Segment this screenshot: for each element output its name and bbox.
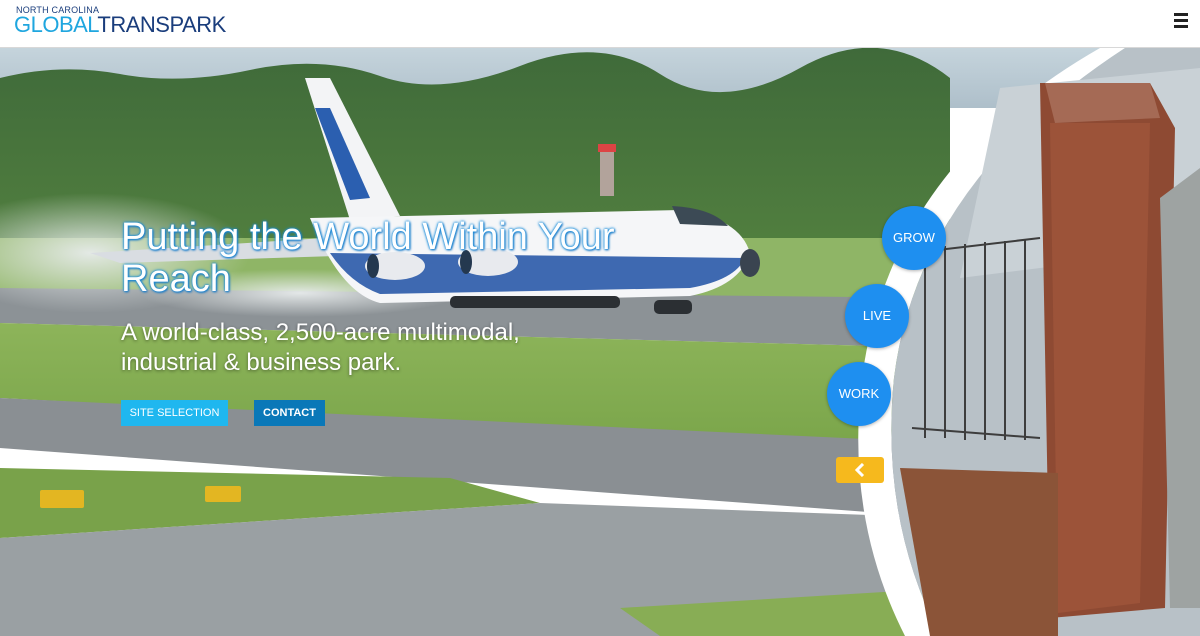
logo-wordmark: GLOBALTRANSPARK: [14, 14, 226, 36]
contact-button[interactable]: CONTACT: [254, 400, 325, 426]
site-header: NORTH CAROLINA GLOBALTRANSPARK: [0, 0, 1200, 48]
collapse-panel-button[interactable]: [836, 457, 884, 483]
hero-subheadline: A world-class, 2,500-acre multimodal, in…: [121, 319, 520, 376]
site-selection-button[interactable]: SITE SELECTION: [121, 400, 228, 426]
live-circle-button[interactable]: LIVE: [845, 284, 909, 348]
logo-word-transpark: TRANSPARK: [97, 12, 226, 37]
site-logo[interactable]: NORTH CAROLINA GLOBALTRANSPARK: [14, 5, 226, 39]
grow-circle-button[interactable]: GROW: [882, 206, 946, 270]
chevron-left-icon: [854, 463, 865, 477]
hero-headline: Putting the World Within Your Reach: [121, 216, 615, 300]
hero-banner: Putting the World Within Your Reach A wo…: [0, 48, 1200, 636]
work-circle-button[interactable]: WORK: [827, 362, 891, 426]
hamburger-icon[interactable]: [1172, 10, 1192, 36]
logo-word-global: GLOBAL: [14, 12, 98, 37]
